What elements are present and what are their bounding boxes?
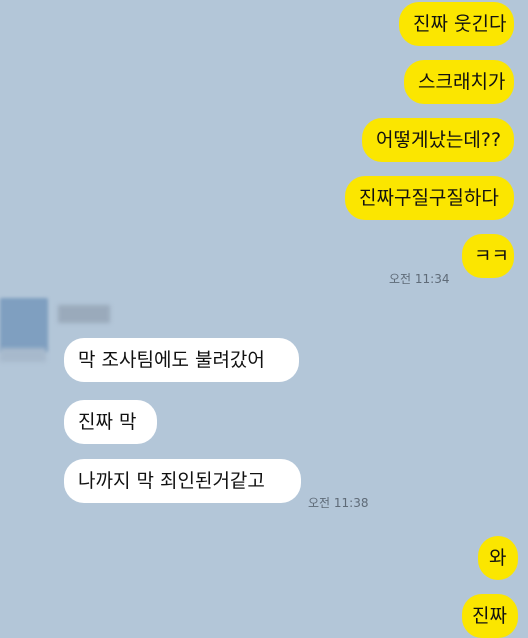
- message-text: ㅋㅋ: [474, 245, 509, 267]
- message-bubble-incoming[interactable]: 진짜 막: [64, 400, 157, 444]
- message-bubble-outgoing[interactable]: 진짜 웃긴다: [399, 2, 514, 46]
- message-timestamp: 오전 11:38: [308, 496, 369, 510]
- message-bubble-incoming[interactable]: 막 조사팀에도 불려갔어: [64, 338, 299, 382]
- chat-area[interactable]: 진짜 웃긴다 스크래치가 어떻게났는데?? 진짜구질구질하다 ㅋㅋ 오전 11:…: [0, 0, 528, 638]
- message-bubble-outgoing[interactable]: 진짜: [462, 594, 518, 638]
- message-text: 진짜 웃긴다: [413, 13, 507, 35]
- message-text: 진짜 막: [78, 411, 137, 433]
- message-bubble-outgoing[interactable]: 어떻게났는데??: [362, 118, 514, 162]
- message-text: 와: [489, 547, 507, 569]
- message-text: 어떻게났는데??: [376, 129, 502, 151]
- message-bubble-outgoing[interactable]: ㅋㅋ: [462, 234, 514, 278]
- message-bubble-outgoing[interactable]: 스크래치가: [404, 60, 514, 104]
- message-text: 나까지 막 죄인된거같고: [78, 470, 265, 492]
- avatar[interactable]: [0, 298, 48, 352]
- message-text: 진짜: [472, 605, 507, 627]
- message-bubble-outgoing[interactable]: 진짜구질구질하다: [345, 176, 514, 220]
- message-bubble-outgoing[interactable]: 와: [478, 536, 518, 580]
- message-text: 스크래치가: [418, 71, 506, 93]
- message-timestamp: 오전 11:34: [389, 272, 450, 286]
- message-text: 막 조사팀에도 불려갔어: [78, 349, 265, 371]
- message-bubble-incoming[interactable]: 나까지 막 죄인된거같고: [64, 459, 301, 503]
- message-text: 진짜구질구질하다: [359, 187, 499, 209]
- blurred-region: [0, 348, 46, 362]
- sender-name-blurred: [58, 305, 110, 323]
